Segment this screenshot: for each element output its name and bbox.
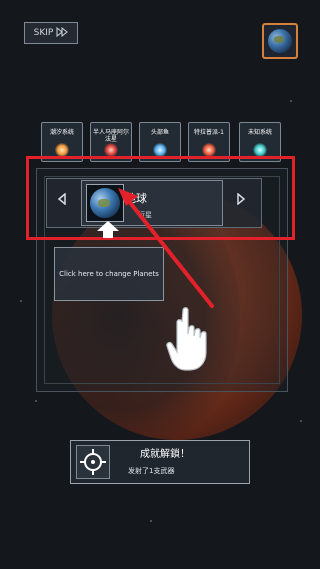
up-arrow-stem: [103, 231, 113, 238]
achievement-title: 成就解鎖！: [140, 449, 190, 460]
up-arrow-icon: [97, 221, 119, 231]
skip-label: SKIP: [33, 28, 54, 38]
system-label: 头部鱼: [150, 129, 169, 136]
star: [290, 100, 292, 102]
crosshair-icon: [80, 449, 106, 475]
star: [300, 420, 302, 422]
achievement-icon-frame: [76, 445, 110, 479]
skip-button[interactable]: SKIP: [24, 22, 78, 44]
sun-icon: [55, 143, 69, 157]
sun-icon: [202, 143, 216, 157]
star: [150, 520, 152, 522]
star: [20, 300, 22, 302]
pointing-hand-icon: [166, 307, 207, 371]
sun-icon: [104, 143, 118, 157]
change-planets-button[interactable]: Click here to change Planets: [54, 247, 164, 301]
fast-forward-icon: [56, 26, 69, 40]
sun-icon: [153, 143, 167, 157]
system-label: 未知系统: [247, 129, 272, 136]
tutorial-highlight: [26, 156, 295, 240]
system-label: 半人马座阿尔法星: [92, 129, 129, 143]
system-label: 潮汐系统: [49, 129, 74, 136]
earth-land: [274, 36, 284, 43]
sun-icon: [253, 143, 267, 157]
change-planets-label: Click here to change Planets: [59, 270, 159, 278]
system-label: 特拉普派-1: [194, 129, 224, 136]
current-planet-button[interactable]: [262, 23, 298, 59]
star: [35, 400, 37, 402]
achievement-subtitle: 发射了1支武器: [128, 467, 175, 475]
